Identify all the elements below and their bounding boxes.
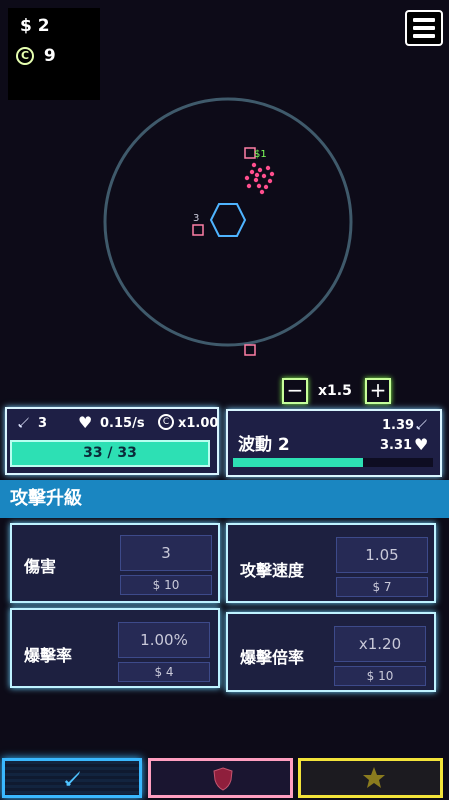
enemy-square <box>192 224 204 236</box>
tab-defense[interactable] <box>148 758 293 798</box>
battle-arena[interactable]: 3 $1 <box>0 80 449 380</box>
speed-decrease-button[interactable]: − <box>282 378 308 404</box>
upgrade-value: x1.20 <box>334 626 426 662</box>
wave-label: 波動 2 <box>238 435 290 455</box>
tab-bonus[interactable] <box>298 758 443 798</box>
upgrade-value: 1.05 <box>336 537 428 573</box>
coin-multiplier: x1.00 <box>178 416 219 431</box>
upgrade-value: 3 <box>120 535 212 571</box>
coin-row: C 9 <box>16 46 56 66</box>
upgrade-cost-button[interactable]: $ 7 <box>336 577 428 597</box>
sword-icon <box>16 414 32 434</box>
upgrade-cost-button[interactable]: $ 4 <box>118 662 210 682</box>
upgrade-name: 傷害 <box>24 557 57 576</box>
sword-icon <box>61 766 85 794</box>
tower-hexagon <box>209 203 247 237</box>
wave-progress-fill <box>233 458 363 467</box>
upgrade-cost-button[interactable]: $ 10 <box>120 575 212 595</box>
enemy-square <box>244 344 256 356</box>
upgrade-name: 攻擊速度 <box>240 561 305 580</box>
upgrade-card-attack-speed[interactable]: 攻擊速度 1.05 $ 7 <box>226 523 436 603</box>
coin-amount: 9 <box>43 46 56 66</box>
heart-icon: ♥ <box>414 435 429 454</box>
cash-amount: $ 2 <box>20 16 50 36</box>
regen-stat: 0.15/s <box>100 416 145 431</box>
coin-icon: C <box>158 414 174 430</box>
tab-attack[interactable] <box>2 758 142 798</box>
heart-icon: ♥ <box>78 413 93 432</box>
upgrade-name: 爆擊倍率 <box>240 648 305 667</box>
shield-icon <box>211 766 235 796</box>
tower-label: 3 <box>193 213 199 224</box>
enemy-health-stat: 3.31 <box>380 438 413 453</box>
upgrade-card-damage[interactable]: 傷害 3 $ 10 <box>10 523 220 603</box>
coin-icon: C <box>16 47 34 65</box>
enemy-attack-stat: 1.39 <box>382 418 415 433</box>
upgrade-card-crit-rate[interactable]: 爆擊率 1.00% $ 4 <box>10 608 220 688</box>
enemy-swarm <box>244 162 275 195</box>
health-bar: 33 / 33 <box>10 440 210 467</box>
star-icon <box>361 765 387 795</box>
speed-increase-button[interactable]: + <box>365 378 391 404</box>
section-title: 攻擊升級 <box>0 480 449 518</box>
upgrade-cost-button[interactable]: $ 10 <box>334 666 426 686</box>
upgrade-card-crit-multiplier[interactable]: 爆擊倍率 x1.20 $ 10 <box>226 612 436 692</box>
speed-multiplier: x1.5 <box>318 383 352 399</box>
range-circle <box>103 97 353 347</box>
menu-button[interactable] <box>405 10 443 46</box>
attack-stat: 3 <box>38 416 48 431</box>
upgrade-name: 爆擊率 <box>24 646 73 665</box>
cash-popup: $1 <box>254 149 267 160</box>
upgrade-value: 1.00% <box>118 622 210 658</box>
sword-icon <box>414 416 430 436</box>
